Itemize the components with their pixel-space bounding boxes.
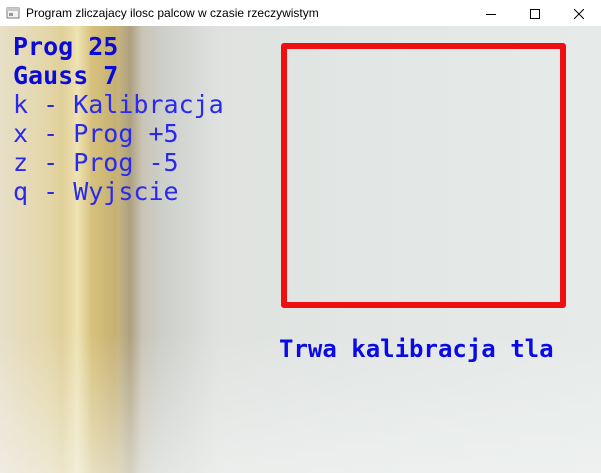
- threshold-label: Prog 25: [13, 32, 119, 61]
- overlay-text-block: Prog 25 Gauss 7 k - Kalibracja x - Prog …: [13, 32, 224, 206]
- region-of-interest-box: [281, 43, 566, 308]
- camera-window-icon[interactable]: [6, 6, 20, 20]
- key-hint-threshold-down: z - Prog -5: [13, 148, 179, 177]
- app-window: Program zliczajacy ilosc palcow w czasie…: [0, 0, 601, 473]
- key-hint-threshold-up: x - Prog +5: [13, 119, 179, 148]
- minimize-icon: [486, 4, 496, 23]
- maximize-button[interactable]: [513, 0, 557, 26]
- key-hint-quit: q - Wyjscie: [13, 177, 179, 206]
- maximize-icon: [530, 4, 540, 23]
- key-hint-calibration: k - Kalibracja: [13, 90, 224, 119]
- gauss-label: Gauss 7: [13, 61, 119, 90]
- window-title: Program zliczajacy ilosc palcow w czasie…: [26, 6, 319, 20]
- camera-feed: Prog 25 Gauss 7 k - Kalibracja x - Prog …: [0, 26, 601, 473]
- minimize-button[interactable]: [469, 0, 513, 26]
- title-bar[interactable]: Program zliczajacy ilosc palcow w czasie…: [0, 0, 601, 26]
- close-button[interactable]: [557, 0, 601, 26]
- close-icon: [573, 4, 585, 23]
- window-controls: [469, 0, 601, 26]
- calibration-status: Trwa kalibracja tla: [279, 335, 554, 363]
